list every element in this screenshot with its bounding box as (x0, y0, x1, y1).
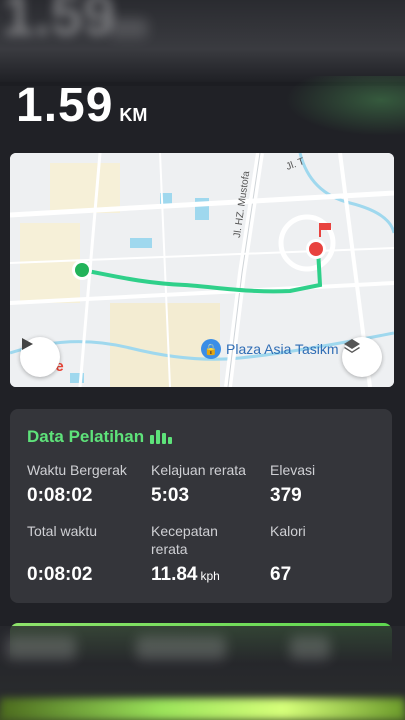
stat-label: Elevasi (270, 462, 316, 478)
distance-value: 1.59 (16, 79, 114, 132)
stat-value: 379 (270, 485, 302, 506)
stat-value: 67 (270, 564, 292, 585)
stat-moving-time: Waktu Bergerak 0:08:02 (27, 461, 127, 507)
blurred-unit-ghost (108, 18, 148, 38)
training-data-title: Data Pelatihan (27, 427, 375, 447)
stat-average-speed: Kecepatan rerata 11.84 kph (151, 522, 251, 586)
stat-value: 0:08:02 (27, 485, 93, 506)
bar-chart-icon (150, 430, 173, 444)
stat-total-time: Total waktu 0:08:02 (27, 522, 97, 586)
stat-label: Kalori (270, 523, 306, 539)
stat-label: Kecepatan rerata (151, 523, 218, 557)
stat-label: Waktu Bergerak (27, 462, 127, 478)
training-data-card: Data Pelatihan Waktu Bergerak 0:08:02 Ke… (10, 409, 392, 603)
stat-value: 0:08:02 (27, 564, 93, 585)
blurred-header-overlay: 1.59 (0, 0, 405, 82)
poi-marker[interactable]: 🔒 Plaza Asia Tasikm (201, 339, 339, 359)
bottom-glow (0, 698, 405, 720)
stat-unit: kph (200, 569, 220, 583)
blurred-distance-ghost: 1.59 (2, 0, 115, 48)
training-title-text: Data Pelatihan (27, 427, 145, 446)
stat-value: 5:03 (151, 485, 190, 506)
stat-value: 11.84 kph (151, 564, 251, 586)
stat-label: Total waktu (27, 523, 98, 539)
stat-calories: Kalori 67 (270, 522, 306, 586)
activity-summary-panel: 1.59 KM Jl. HZ. Mustofa Jl. T 🔒 Plaza As… (0, 76, 405, 626)
map-layers-button[interactable] (342, 337, 382, 377)
route-map[interactable]: Jl. HZ. Mustofa Jl. T 🔒 Plaza Asia Tasik… (10, 153, 394, 387)
shopping-bag-icon: 🔒 (201, 339, 221, 359)
stat-label: Kelajuan rerata (151, 462, 246, 478)
poi-label: Plaza Asia Tasikm (226, 341, 339, 357)
distance-unit: KM (119, 105, 148, 125)
replay-button[interactable] (20, 337, 60, 377)
light-glow (285, 76, 405, 136)
play-icon (22, 338, 33, 350)
stat-elevation: Elevasi 379 (270, 461, 315, 507)
distance-display: 1.59 KM (16, 78, 147, 133)
stat-average-pace: Kelajuan rerata 5:03 (151, 461, 246, 507)
stat-value-number: 11.84 (151, 564, 198, 585)
layers-icon (344, 339, 360, 353)
